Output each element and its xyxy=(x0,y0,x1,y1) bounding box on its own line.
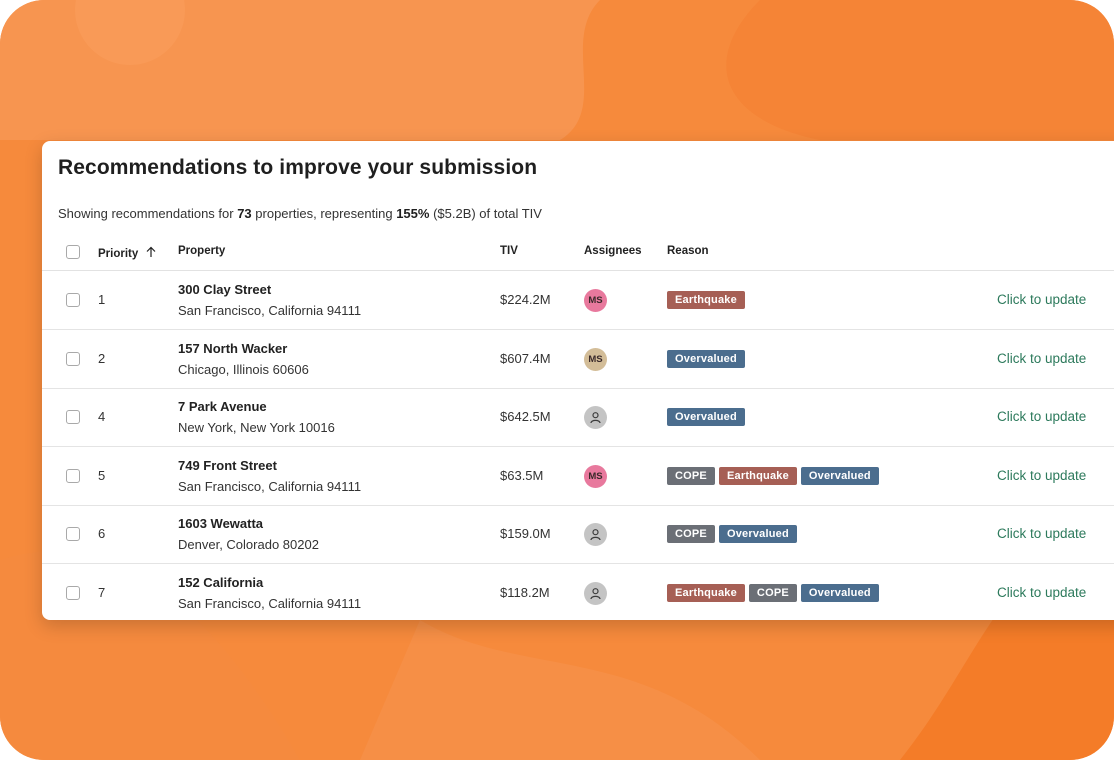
priority-value: 6 xyxy=(98,526,106,542)
click-to-update-link[interactable]: Click to update xyxy=(997,526,1086,541)
select-all-checkbox[interactable] xyxy=(66,245,80,259)
tiv-value: $63.5M xyxy=(500,467,544,483)
tiv-value: $224.2M xyxy=(500,292,551,307)
property-street: 7 Park Avenue xyxy=(178,399,267,415)
person-icon xyxy=(590,412,601,424)
reason-tag: COPE xyxy=(667,466,715,485)
avatar[interactable] xyxy=(584,406,607,430)
table-row: 5 749 Front Street San Francisco, Califo… xyxy=(42,447,1114,506)
tiv-header: TIV xyxy=(500,245,518,257)
arrow-up-icon xyxy=(147,246,156,257)
avatar[interactable] xyxy=(584,582,607,605)
reason-tag: Overvalued xyxy=(800,584,879,602)
property-city: Denver, Colorado 80202 xyxy=(178,537,319,553)
reason-tags: Earthquake COPE Overvalued xyxy=(667,584,883,602)
reason-tag: Overvalued xyxy=(718,525,797,544)
reason-tags: Overvalued xyxy=(667,349,749,368)
background-frame: Recommendations to improve your submissi… xyxy=(0,0,1114,760)
priority-header-label: Priority xyxy=(98,248,139,260)
reason-tag: Earthquake xyxy=(667,291,745,309)
avatar[interactable]: MS xyxy=(584,289,607,312)
click-to-update-link[interactable]: Click to update xyxy=(997,585,1086,600)
tiv-value: $118.2M xyxy=(500,585,550,600)
summary-suffix: ($5.2B) of total TIV xyxy=(429,206,542,221)
reason-tag: Overvalued xyxy=(667,349,745,368)
table-row: 7 152 California San Francisco, Californ… xyxy=(42,564,1114,622)
priority-value: 7 xyxy=(98,585,106,600)
table-header: Priority Property TIV Assignees Reason xyxy=(42,239,1114,271)
table-row: 1 300 Clay Street San Francisco, Califor… xyxy=(42,271,1114,330)
reason-tags: Overvalued xyxy=(667,408,749,427)
property-street: 152 California xyxy=(178,575,264,590)
table-row: 4 7 Park Avenue New York, New York 10016… xyxy=(42,388,1114,448)
person-icon xyxy=(590,588,601,600)
summary-count: 73 xyxy=(237,206,252,221)
row-checkbox[interactable] xyxy=(66,586,80,600)
summary-percent: 155% xyxy=(396,206,430,221)
summary-prefix: Showing recommendations for xyxy=(58,206,238,221)
reason-tag: Overvalued xyxy=(800,466,879,485)
row-checkbox[interactable] xyxy=(66,293,80,307)
property-city: San Francisco, California 94111 xyxy=(178,303,362,318)
click-to-update-link[interactable]: Click to update xyxy=(997,468,1086,483)
avatar[interactable] xyxy=(584,523,607,547)
assignees-header: Assignees xyxy=(584,245,642,257)
reason-tags: Earthquake xyxy=(667,291,749,309)
reason-header: Reason xyxy=(667,245,709,257)
row-checkbox[interactable] xyxy=(66,468,80,483)
reason-tags: COPE Overvalued xyxy=(667,525,801,544)
tiv-value: $642.5M xyxy=(500,409,551,425)
tiv-value: $607.4M xyxy=(500,350,551,366)
priority-value: 5 xyxy=(98,467,106,483)
tiv-value: $159.0M xyxy=(500,526,551,542)
recommendations-card: Recommendations to improve your submissi… xyxy=(42,141,1114,620)
avatar[interactable]: MS xyxy=(584,347,607,371)
property-header: Property xyxy=(178,245,226,257)
priority-value: 1 xyxy=(98,292,106,307)
property-street: 1603 Wewatta xyxy=(178,516,264,532)
property-city: San Francisco, California 94111 xyxy=(178,478,362,494)
property-city: San Francisco, California 94111 xyxy=(178,596,362,611)
property-street: 749 Front Street xyxy=(178,457,277,473)
property-city: New York, New York 10016 xyxy=(178,420,335,436)
row-checkbox[interactable] xyxy=(66,527,80,542)
priority-value: 2 xyxy=(98,350,106,366)
priority-header[interactable]: Priority xyxy=(98,245,157,260)
reason-tag: Earthquake xyxy=(718,466,797,485)
reason-tag: Overvalued xyxy=(667,408,745,427)
table-row: 6 1603 Wewatta Denver, Colorado 80202 $1… xyxy=(42,505,1114,565)
reason-tag: COPE xyxy=(748,584,797,602)
row-checkbox[interactable] xyxy=(66,410,80,425)
row-checkbox[interactable] xyxy=(66,351,80,366)
reason-tags: COPE Earthquake Overvalued xyxy=(667,466,883,485)
reason-tag: Earthquake xyxy=(667,584,745,602)
click-to-update-link[interactable]: Click to update xyxy=(997,409,1086,424)
click-to-update-link[interactable]: Click to update xyxy=(997,292,1086,307)
table-row: 2 157 North Wacker Chicago, Illinois 606… xyxy=(42,330,1114,389)
reason-tag: COPE xyxy=(667,525,715,544)
person-icon xyxy=(590,529,601,541)
card-title: Recommendations to improve your submissi… xyxy=(58,156,538,179)
property-street: 157 North Wacker xyxy=(178,340,288,356)
property-street: 300 Clay Street xyxy=(178,282,272,297)
click-to-update-link[interactable]: Click to update xyxy=(997,351,1086,366)
summary-text: Showing recommendations for 73 propertie… xyxy=(58,206,542,221)
property-city: Chicago, Illinois 60606 xyxy=(178,361,309,377)
avatar[interactable]: MS xyxy=(584,464,607,488)
summary-middle: properties, representing xyxy=(251,206,397,221)
priority-value: 4 xyxy=(98,409,106,425)
